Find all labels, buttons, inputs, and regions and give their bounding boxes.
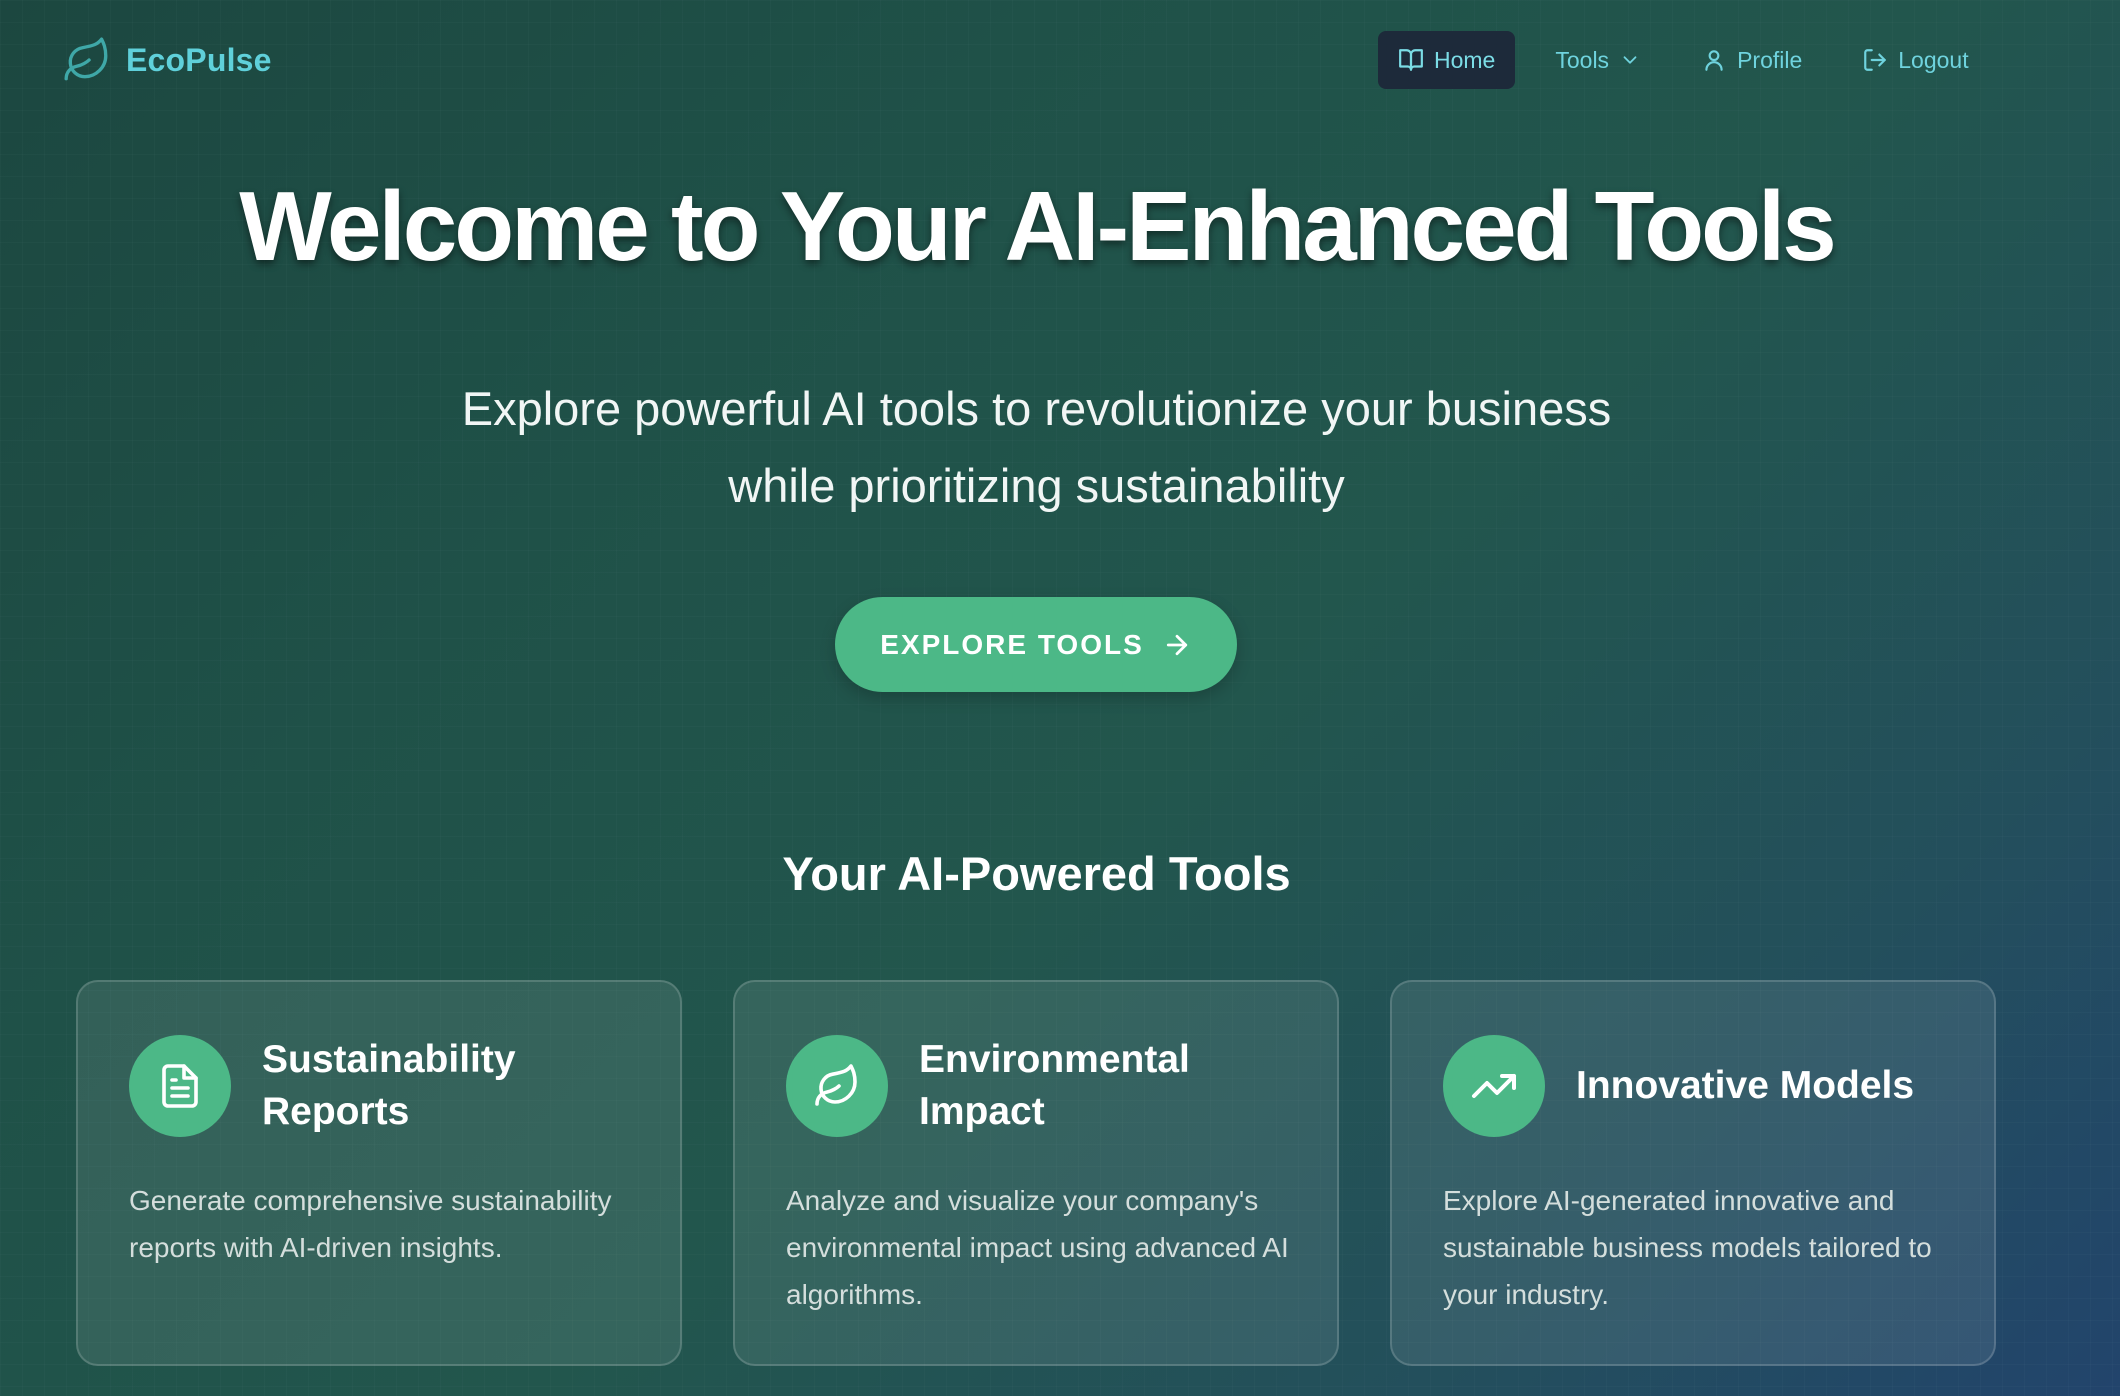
leaf-logo-icon [64,37,108,81]
explore-tools-button[interactable]: EXPLORE TOOLS [835,597,1237,692]
leaf-icon [815,1064,857,1106]
nav-tools-dropdown[interactable]: Tools [1535,31,1661,89]
card-title-line-2: Reports [262,1090,410,1133]
main-nav: Home Tools Profile Logout [1378,31,1989,89]
card-title-line-1: Innovative Models [1576,1064,1915,1107]
document-icon [162,1064,198,1108]
card-title: Sustainability Reports [262,1035,662,1137]
card-icon-badge [786,1035,888,1137]
hero-subtitle-line-2: while prioritizing sustainability [728,459,1345,512]
nav-profile[interactable]: Profile [1681,31,1822,89]
top-navbar: EcoPulse Home Tools Profile Logout [0,0,2120,120]
card-title-line-1: Environmental [919,1038,1190,1081]
hero-subtitle-line-1: Explore powerful AI tools to revolutioni… [461,382,1612,435]
tool-card-innovative-models[interactable]: Innovative Models Explore AI-generated i… [1390,980,1996,1366]
nav-profile-label: Profile [1737,46,1803,73]
logo-text: EcoPulse [126,41,272,78]
nav-tools-label: Tools [1555,46,1610,73]
tool-card-environmental-impact[interactable]: Environmental Impact Analyze and visuali… [733,980,1339,1366]
card-title-line-2: Impact [919,1090,1045,1133]
nav-logout-label: Logout [1898,46,1969,73]
tools-section-title: Your AI-Powered Tools [782,847,1291,900]
arrow-right-icon [1166,634,1187,655]
card-description: Generate comprehensive sustainability re… [129,1185,612,1263]
logout-icon [1864,49,1887,71]
card-title: Environmental Impact [919,1035,1319,1137]
card-description: Explore AI-generated innovative and sust… [1443,1185,1932,1310]
card-title-line-1: Sustainability [262,1038,516,1081]
hero-subtitle: Explore powerful AI tools to revolutioni… [360,370,1713,524]
card-icon-badge [1443,1035,1545,1137]
user-icon [1705,50,1723,71]
card-description: Analyze and visualize your company's env… [786,1185,1289,1310]
logo[interactable]: EcoPulse [62,34,272,86]
card-icon-badge [129,1035,231,1137]
nav-logout[interactable]: Logout [1842,31,1988,89]
trending-up-icon [1472,1074,1516,1098]
card-title: Innovative Models [1576,1035,1976,1137]
tool-card-sustainability-reports[interactable]: Sustainability Reports Generate comprehe… [76,980,682,1366]
book-open-icon [1399,49,1423,71]
chevron-down-icon [1623,56,1637,64]
nav-home[interactable]: Home [1378,31,1516,89]
nav-home-label: Home [1434,46,1496,73]
explore-tools-label: EXPLORE TOOLS [880,628,1144,660]
hero-title: Welcome to Your AI-Enhanced Tools [239,171,1836,281]
